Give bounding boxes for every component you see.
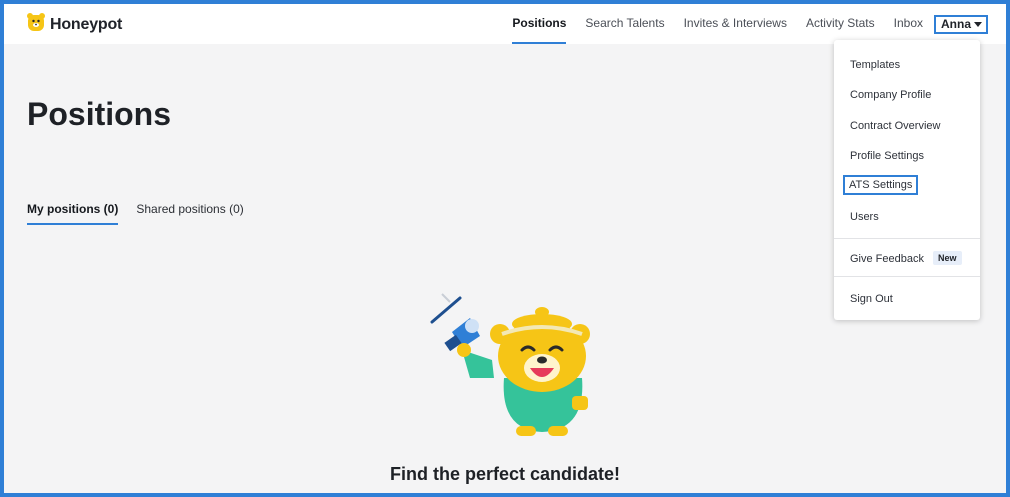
brand-name: Honeypot	[50, 15, 123, 33]
top-header: Honeypot Positions Search Talents Invite…	[4, 4, 1006, 44]
bear-megaphone-illustration	[422, 290, 602, 445]
new-badge: New	[932, 251, 962, 265]
app-frame: Honeypot Positions Search Talents Invite…	[0, 0, 1010, 497]
tab-shared-positions[interactable]: Shared positions (0)	[136, 202, 243, 225]
positions-tabs: My positions (0) Shared positions (0)	[27, 202, 244, 225]
caret-down-icon	[974, 22, 982, 27]
tab-my-positions[interactable]: My positions (0)	[27, 202, 119, 225]
nav-invites-interviews[interactable]: Invites & Interviews	[684, 4, 787, 44]
user-menu-button[interactable]: Anna	[934, 14, 988, 34]
menu-divider	[834, 276, 980, 277]
user-name: Anna	[941, 17, 971, 31]
menu-item-company-profile[interactable]: Company Profile	[850, 89, 931, 101]
nav-positions[interactable]: Positions	[512, 4, 567, 44]
menu-item-profile-settings[interactable]: Profile Settings	[850, 150, 924, 162]
honeypot-logo-icon	[26, 11, 46, 38]
brand[interactable]: Honeypot	[26, 11, 122, 38]
menu-item-ats-settings[interactable]: ATS Settings	[843, 175, 919, 195]
give-feedback-label: Give Feedback	[850, 253, 924, 265]
menu-item-templates[interactable]: Templates	[850, 59, 900, 71]
menu-item-sign-out[interactable]: Sign Out	[850, 293, 893, 305]
menu-item-give-feedback[interactable]: Give Feedback New	[850, 251, 962, 265]
empty-state-heading: Find the perfect candidate!	[389, 464, 621, 484]
nav-search-talents[interactable]: Search Talents	[585, 4, 664, 44]
user-dropdown-menu: Templates Company Profile Contract Overv…	[834, 40, 980, 320]
menu-divider	[834, 238, 980, 239]
menu-item-users[interactable]: Users	[850, 211, 879, 223]
page-title: Positions	[27, 96, 172, 132]
menu-item-contract-overview[interactable]: Contract Overview	[850, 120, 940, 132]
main-nav: Positions Search Talents Invites & Inter…	[493, 4, 988, 44]
nav-activity-stats[interactable]: Activity Stats	[806, 4, 875, 44]
nav-inbox[interactable]: Inbox	[894, 4, 923, 44]
